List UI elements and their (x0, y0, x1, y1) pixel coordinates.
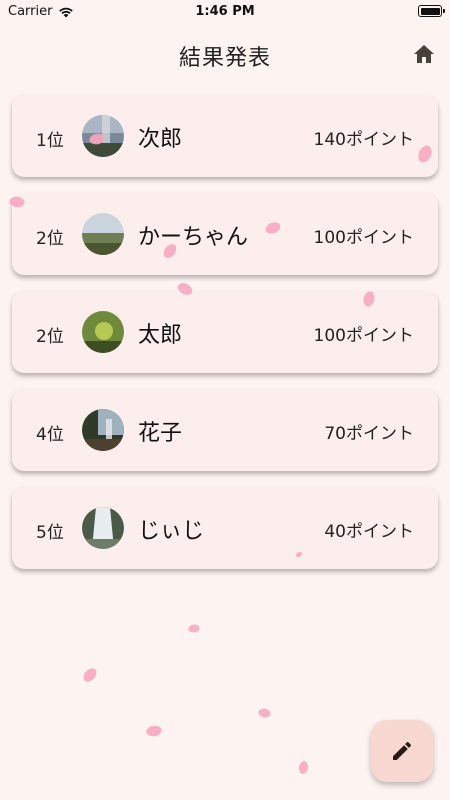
results-list: 1位 次郎 140ポイント 2位 かーちゃん 100ポイント 2位 太郎 100… (12, 95, 438, 585)
pencil-icon (393, 741, 412, 760)
status-time: 1:46 PM (195, 4, 255, 19)
player-name: かーちゃん (138, 225, 249, 250)
avatar (82, 311, 124, 353)
avatar (82, 213, 124, 255)
battery-icon (418, 5, 445, 17)
rank-label: 2位 (36, 229, 64, 249)
page-title: 結果発表 (178, 46, 271, 71)
result-card[interactable]: 5位 じぃじ 40ポイント (12, 487, 438, 569)
points-label: 40ポイント (324, 522, 414, 542)
status-bar: Carrier 1:46 PM (0, 0, 450, 24)
player-name: 次郎 (138, 127, 183, 152)
petal-decoration (295, 759, 312, 776)
result-card[interactable]: 2位 太郎 100ポイント (12, 291, 438, 373)
avatar (82, 507, 124, 549)
result-card[interactable]: 1位 次郎 140ポイント (12, 95, 438, 177)
points-label: 140ポイント (313, 130, 414, 150)
result-card[interactable]: 2位 かーちゃん 100ポイント (12, 193, 438, 275)
edit-button[interactable] (371, 720, 433, 782)
petal-decoration (187, 622, 201, 635)
petal-decoration (257, 705, 272, 721)
home-icon (414, 45, 434, 63)
points-label: 70ポイント (324, 424, 414, 444)
rank-label: 5位 (36, 523, 64, 543)
points-label: 100ポイント (313, 326, 414, 346)
player-name: じぃじ (138, 519, 205, 544)
rank-label: 2位 (36, 327, 64, 347)
avatar (82, 409, 124, 451)
rank-label: 1位 (36, 131, 64, 151)
player-name: 太郎 (138, 323, 183, 348)
rank-label: 4位 (36, 425, 64, 445)
app-bar: 結果発表 (0, 30, 450, 80)
petal-decoration (81, 667, 99, 683)
petal-decoration (145, 722, 163, 740)
points-label: 100ポイント (313, 228, 414, 248)
result-card[interactable]: 4位 花子 70ポイント (12, 389, 438, 471)
home-button[interactable] (412, 42, 436, 66)
player-name: 花子 (138, 421, 183, 446)
